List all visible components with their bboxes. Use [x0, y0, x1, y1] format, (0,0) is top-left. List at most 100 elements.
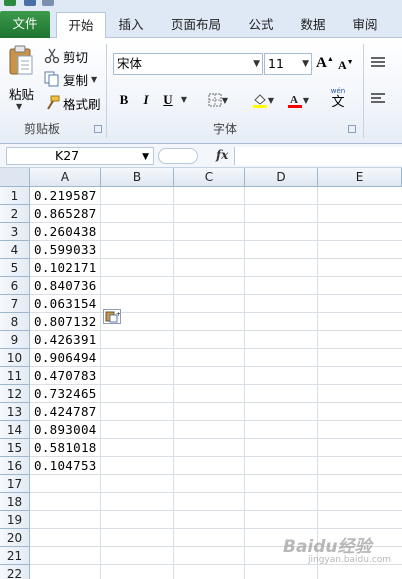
row-header-8[interactable]: 8 [0, 313, 30, 331]
tab-home[interactable]: 开始 [56, 12, 106, 39]
undo-icon[interactable] [42, 0, 54, 6]
cell-a5[interactable]: 0.102171 [34, 259, 97, 277]
scissors-icon [44, 48, 60, 64]
row-header-11[interactable]: 11 [0, 367, 30, 385]
select-all-corner[interactable] [0, 168, 30, 187]
shrink-font-button[interactable]: A▼ [338, 58, 354, 73]
column-header-a[interactable]: A [30, 168, 101, 187]
column-header-b[interactable]: B [101, 168, 174, 187]
cell-a15[interactable]: 0.581018 [34, 439, 97, 457]
font-name-value: 宋体 [117, 56, 143, 71]
bold-button[interactable]: B [116, 90, 132, 110]
font-color-button[interactable]: A ▼ [283, 90, 313, 110]
gridline [30, 510, 402, 511]
cell-a16[interactable]: 0.104753 [34, 457, 97, 475]
column-header-e[interactable]: E [318, 168, 402, 187]
row-header-14[interactable]: 14 [0, 421, 30, 439]
gridline [244, 187, 245, 579]
chevron-down-icon[interactable]: ▼ [91, 75, 97, 84]
save-icon[interactable] [24, 0, 36, 6]
cut-button[interactable]: 剪切 [44, 46, 88, 66]
tab-file[interactable]: 文件 [0, 11, 50, 38]
borders-button[interactable]: ▼ [205, 90, 231, 110]
font-dialog-launcher-icon[interactable] [348, 125, 356, 133]
align-left-icon[interactable] [370, 92, 386, 104]
column-header-c[interactable]: C [174, 168, 245, 187]
paste-button[interactable]: 粘贴 ▼ [4, 42, 36, 116]
cell-a12[interactable]: 0.732465 [34, 385, 97, 403]
grow-font-button[interactable]: A▲ [316, 55, 334, 72]
formula-bar: K27 ▼ fx [0, 144, 402, 168]
tab-data[interactable]: 数据 [292, 12, 334, 38]
cell-a4[interactable]: 0.599033 [34, 241, 97, 259]
insert-function-icon[interactable]: fx [216, 148, 228, 162]
align-top-icon[interactable] [370, 56, 386, 68]
tab-insert[interactable]: 插入 [108, 12, 154, 38]
underline-button[interactable]: U [160, 90, 176, 110]
paste-options-button[interactable]: + [103, 309, 121, 324]
row-header-9[interactable]: 9 [0, 331, 30, 349]
font-name-select[interactable]: 宋体 ▼ [113, 53, 263, 75]
row-header-15[interactable]: 15 [0, 439, 30, 457]
row-header-19[interactable]: 19 [0, 511, 30, 529]
row-header-22[interactable]: 22 [0, 565, 30, 579]
cell-a8[interactable]: 0.807132 [34, 313, 97, 331]
fill-color-button[interactable]: ▼ [248, 90, 278, 110]
ribbon-home: 粘贴 ▼ 剪切 复制 ▼ 格式刷 剪贴板 宋体 ▼ 11 ▼ A▲ A▼ B I… [0, 38, 402, 144]
gridline [30, 492, 402, 493]
cell-a14[interactable]: 0.893004 [34, 421, 97, 439]
formula-input[interactable] [234, 147, 402, 165]
excel-app-icon[interactable] [4, 0, 16, 6]
name-box[interactable]: K27 ▼ [6, 147, 154, 165]
row-header-16[interactable]: 16 [0, 457, 30, 475]
row-header-13[interactable]: 13 [0, 403, 30, 421]
row-header-20[interactable]: 20 [0, 529, 30, 547]
row-header-7[interactable]: 7 [0, 295, 30, 313]
formula-bar-handle[interactable] [158, 148, 198, 164]
row-header-18[interactable]: 18 [0, 493, 30, 511]
row-header-12[interactable]: 12 [0, 385, 30, 403]
tab-formulas[interactable]: 公式 [240, 12, 282, 38]
row-header-3[interactable]: 3 [0, 223, 30, 241]
chevron-down-icon[interactable]: ▼ [180, 90, 188, 110]
row-header-5[interactable]: 5 [0, 259, 30, 277]
cell-a3[interactable]: 0.260438 [34, 223, 97, 241]
cell-a11[interactable]: 0.470783 [34, 367, 97, 385]
cell-a2[interactable]: 0.865287 [34, 205, 97, 223]
cell-a9[interactable]: 0.426391 [34, 331, 97, 349]
cell-a6[interactable]: 0.840736 [34, 277, 97, 295]
tab-page-layout[interactable]: 页面布局 [162, 12, 230, 38]
row-header-17[interactable]: 17 [0, 475, 30, 493]
gridline [317, 187, 318, 579]
worksheet-grid[interactable]: A B C D E 1 0.219587 2 0.865287 3 0.260438 4 0.59903… [0, 168, 402, 579]
row-header-4[interactable]: 4 [0, 241, 30, 259]
row-header-1[interactable]: 1 [0, 187, 30, 205]
paste-icon [9, 45, 33, 75]
clipboard-group-label: 剪贴板 [24, 122, 61, 136]
phonetic-button[interactable]: wén 文 [322, 87, 354, 113]
font-group-label: 字体 [213, 122, 238, 136]
format-painter-button[interactable]: 格式刷 [44, 93, 101, 113]
paste-options-icon: + [105, 311, 121, 323]
cell-a13[interactable]: 0.424787 [34, 403, 97, 421]
cut-label: 剪切 [63, 49, 89, 65]
clipboard-dialog-launcher-icon[interactable] [94, 125, 102, 133]
cell-a7[interactable]: 0.063154 [34, 295, 97, 313]
cell-a1[interactable]: 0.219587 [34, 187, 97, 205]
chevron-down-icon[interactable]: ▼ [142, 149, 149, 165]
chevron-down-icon: ▼ [267, 96, 275, 105]
font-size-select[interactable]: 11 ▼ [264, 53, 312, 75]
tab-review[interactable]: 审阅 [344, 12, 386, 38]
row-header-21[interactable]: 21 [0, 547, 30, 565]
chevron-down-icon: ▼ [302, 59, 309, 69]
row-header-10[interactable]: 10 [0, 349, 30, 367]
copy-button[interactable]: 复制 ▼ [44, 69, 97, 89]
chevron-down-icon: ▼ [221, 96, 229, 105]
cell-a10[interactable]: 0.906494 [34, 349, 97, 367]
row-header-6[interactable]: 6 [0, 277, 30, 295]
row-header-2[interactable]: 2 [0, 205, 30, 223]
chevron-down-icon: ▼ [253, 59, 260, 69]
fill-bucket-icon [252, 93, 267, 108]
column-header-d[interactable]: D [245, 168, 318, 187]
italic-button[interactable]: I [138, 90, 154, 110]
